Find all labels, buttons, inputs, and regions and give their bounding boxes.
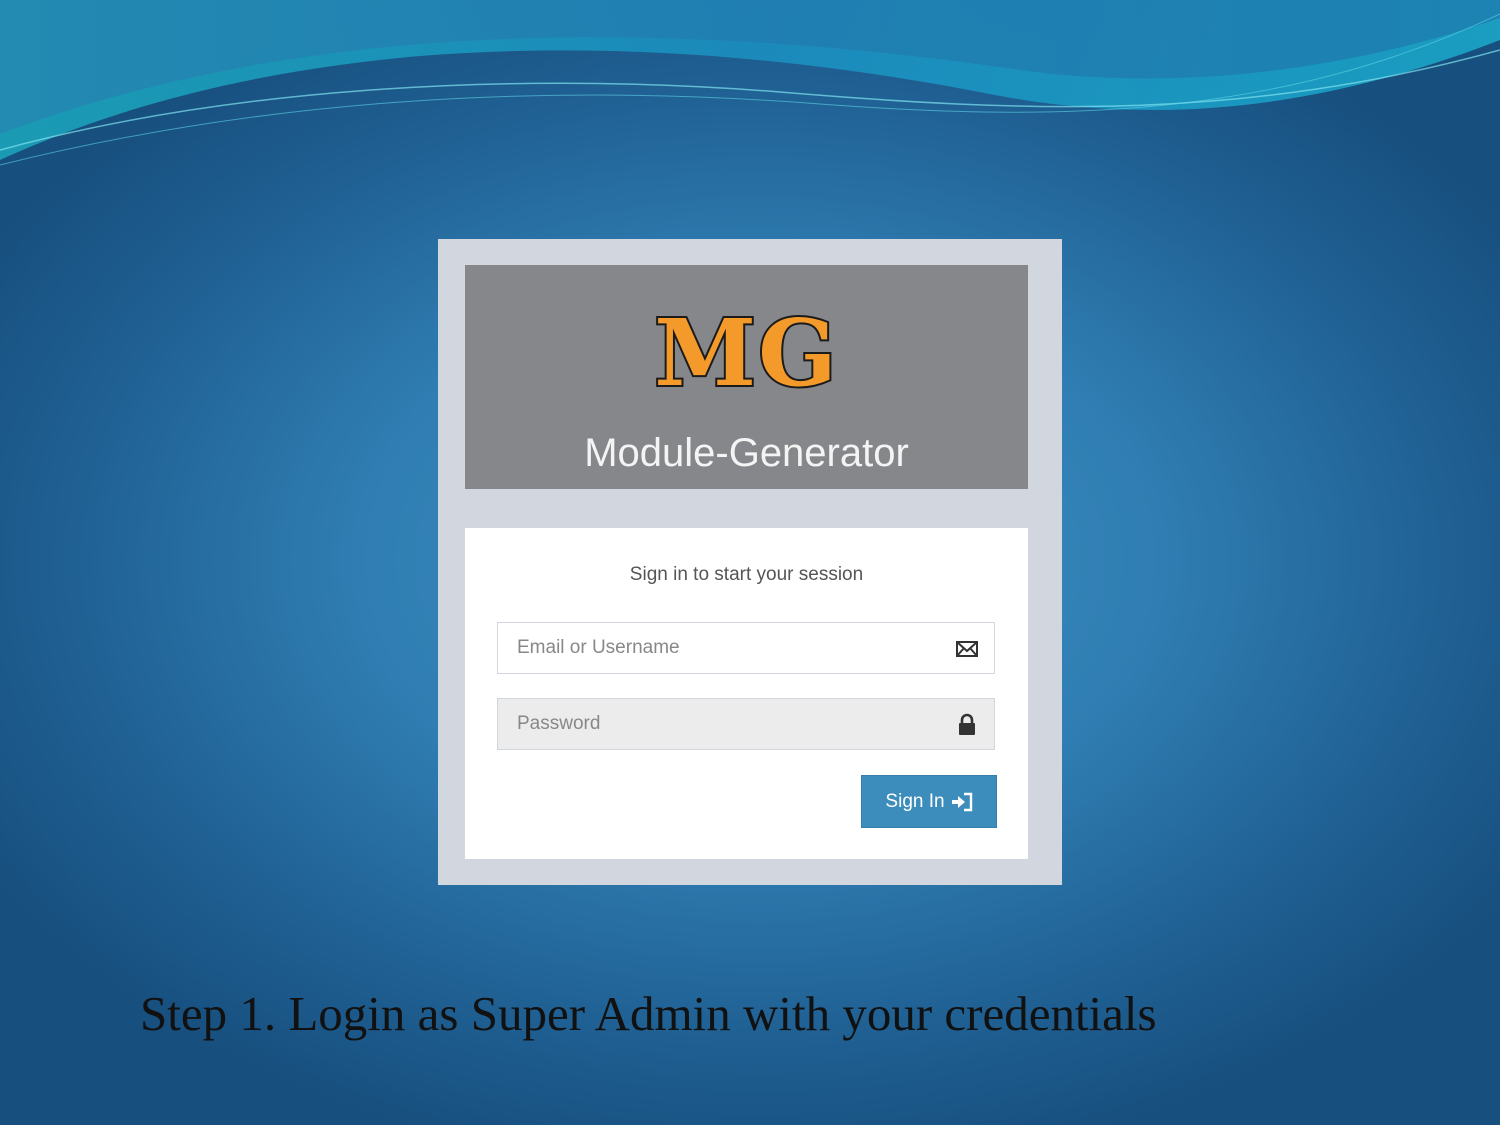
app-title: Module-Generator <box>584 431 909 475</box>
login-box: Sign in to start your session Sign In <box>465 528 1028 859</box>
sign-in-button[interactable]: Sign In <box>861 775 997 828</box>
sign-in-label: Sign In <box>885 790 945 812</box>
slide-wave-decoration <box>0 0 1500 166</box>
slide-caption: Step 1. Login as Super Admin with your c… <box>140 986 1157 1041</box>
password-input[interactable] <box>498 699 957 749</box>
login-box-message: Sign in to start your session <box>629 564 864 585</box>
password-field <box>497 698 995 750</box>
sign-in-icon <box>951 792 972 811</box>
lock-icon <box>959 713 975 735</box>
envelope-icon <box>956 641 978 657</box>
login-page: MG Module-Generator Sign in to start you… <box>438 239 1062 885</box>
logo-panel: MG Module-Generator <box>465 265 1028 489</box>
mg-logo: MG <box>652 299 839 407</box>
email-field <box>497 622 995 674</box>
email-input[interactable] <box>498 623 957 673</box>
